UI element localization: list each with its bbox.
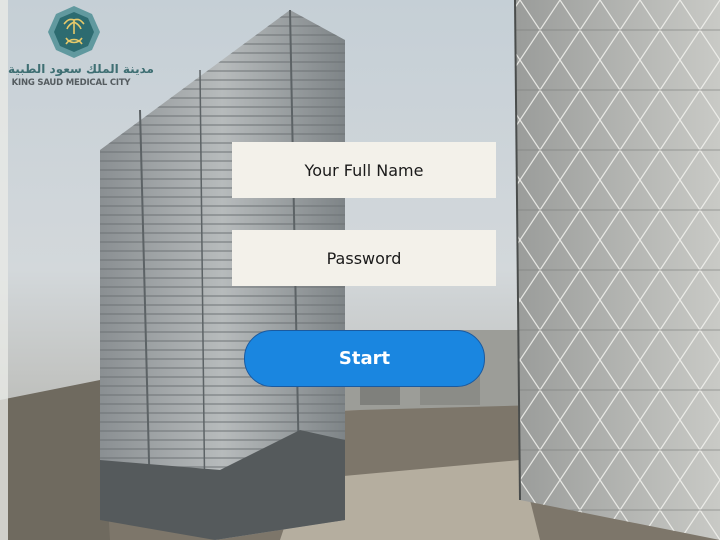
logo-english-text: KING SAUD MEDICAL CITY xyxy=(11,78,131,88)
palm-swords-emblem-icon xyxy=(48,6,100,58)
full-name-input[interactable] xyxy=(232,142,496,198)
king-saud-medical-city-logo: مدينة الملك سعود الطبية KING SAUD MEDICA… xyxy=(8,4,154,90)
password-input[interactable] xyxy=(232,230,496,286)
start-button[interactable]: Start xyxy=(244,330,485,387)
login-screen: مدينة الملك سعود الطبية KING SAUD MEDICA… xyxy=(0,0,720,540)
logo-arabic-text: مدينة الملك سعود الطبية xyxy=(8,62,154,76)
